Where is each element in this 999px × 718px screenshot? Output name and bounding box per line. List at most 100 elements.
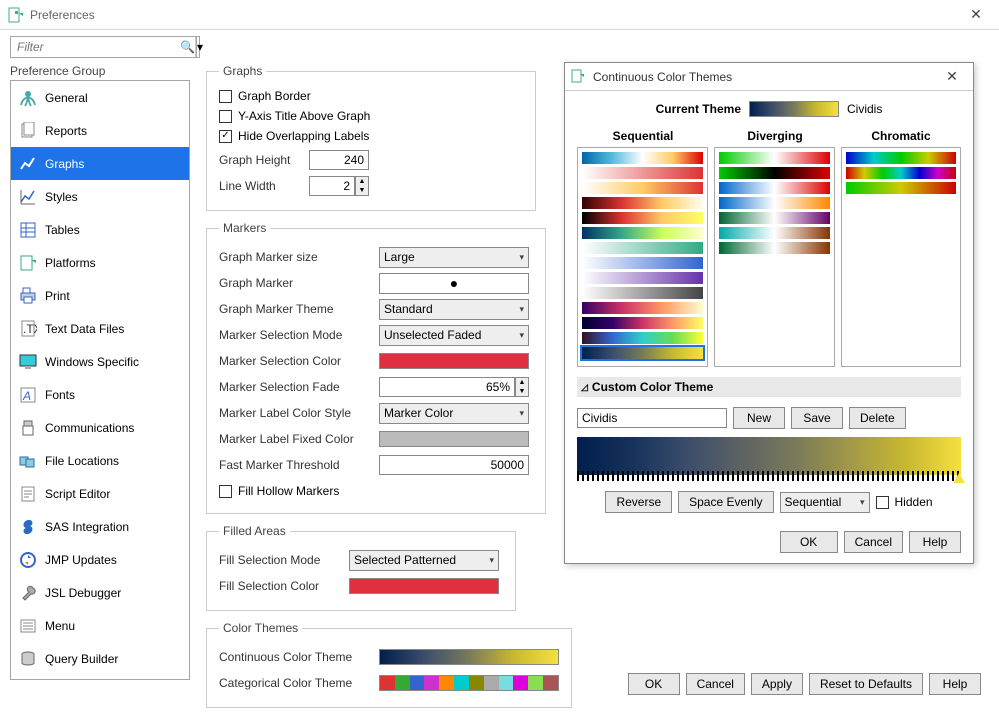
new-button[interactable]: New (733, 407, 785, 429)
dialog-cancel-button[interactable]: Cancel (844, 531, 903, 553)
fill-color-swatch[interactable] (349, 578, 499, 594)
cat-theme-swatch[interactable] (379, 675, 559, 691)
swatch-item[interactable] (582, 287, 703, 299)
sidebar-item-fileloc[interactable]: File Locations (11, 444, 189, 477)
sidebar-item-print[interactable]: Print (11, 279, 189, 312)
line-width-input[interactable] (309, 176, 355, 196)
swatch-item[interactable] (719, 167, 829, 179)
space-evenly-button[interactable]: Space Evenly (678, 491, 773, 513)
sidebar-item-reports[interactable]: Reports (11, 114, 189, 147)
cont-theme-swatch[interactable] (379, 649, 559, 665)
custom-section-header[interactable]: ◿Custom Color Theme (577, 377, 961, 397)
swatch-item-selected[interactable] (582, 347, 703, 359)
swatch-item[interactable] (719, 242, 829, 254)
graph-border-checkbox[interactable]: Graph Border (219, 86, 523, 106)
sidebar-item-fonts[interactable]: A Fonts (11, 378, 189, 411)
swatch-item[interactable] (582, 167, 703, 179)
sidebar-item-tables[interactable]: Tables (11, 213, 189, 246)
marker-labelcolor-select[interactable]: Marker Color▾ (379, 403, 529, 424)
swatch-item[interactable] (582, 242, 703, 254)
sidebar-item-styles[interactable]: Styles (11, 180, 189, 213)
graphs-icon (17, 153, 39, 175)
marker-fade-input[interactable] (379, 377, 515, 397)
swatch-item[interactable] (582, 212, 703, 224)
reset-button[interactable]: Reset to Defaults (809, 673, 923, 695)
sidebar-item-graphs[interactable]: Graphs (11, 147, 189, 180)
reverse-button[interactable]: Reverse (605, 491, 672, 513)
swatch-item[interactable] (846, 167, 956, 179)
font-icon: A (17, 384, 39, 406)
swatch-item[interactable] (846, 182, 956, 194)
marker-fade-spinner[interactable]: ▲▼ (515, 377, 529, 397)
sidebar-item-querybuilder[interactable]: Query Builder (11, 642, 189, 675)
swatch-item[interactable] (582, 227, 703, 239)
menu-icon (17, 615, 39, 637)
marker-selmode-select[interactable]: Unselected Faded▾ (379, 325, 529, 346)
dialog-ok-button[interactable]: OK (780, 531, 838, 553)
search-icon[interactable]: 🔍 (180, 37, 196, 57)
sequential-column (577, 147, 708, 367)
line-width-spinner[interactable]: ▲▼ (355, 176, 369, 196)
swatch-item[interactable] (582, 332, 703, 344)
ok-button[interactable]: OK (628, 673, 680, 695)
sidebar-item-debugger[interactable]: JSL Debugger (11, 576, 189, 609)
dialog-help-button[interactable]: Help (909, 531, 961, 553)
swatch-item[interactable] (582, 197, 703, 209)
swatch-item[interactable] (719, 152, 829, 164)
dialog-close-icon[interactable]: ✕ (937, 68, 967, 85)
cancel-button[interactable]: Cancel (686, 673, 745, 695)
save-button[interactable]: Save (791, 407, 843, 429)
fill-hollow-checkbox[interactable]: Fill Hollow Markers (219, 481, 533, 501)
cont-theme-label: Continuous Color Theme (219, 650, 379, 664)
swatch-item[interactable] (582, 152, 703, 164)
swatch-item[interactable] (719, 227, 829, 239)
sidebar-item-windows[interactable]: Windows Specific (11, 345, 189, 378)
fill-mode-select[interactable]: Selected Patterned▾ (349, 550, 499, 571)
swatch-item[interactable] (719, 197, 829, 209)
close-icon[interactable]: ✕ (961, 6, 991, 23)
marker-theme-select[interactable]: Standard▾ (379, 299, 529, 320)
sidebar-item-general[interactable]: General (11, 81, 189, 114)
hidden-checkbox[interactable]: Hidden (876, 492, 933, 512)
yaxis-above-checkbox[interactable]: Y-Axis Title Above Graph (219, 106, 523, 126)
swatch-item[interactable] (719, 182, 829, 194)
filter-box[interactable]: 🔍 ▾ (10, 36, 200, 58)
sidebar-item-menu[interactable]: Menu (11, 609, 189, 642)
apply-button[interactable]: Apply (751, 673, 803, 695)
sidebar-item-platforms[interactable]: Platforms (11, 246, 189, 279)
filter-input[interactable] (11, 37, 180, 57)
sidebar-item-textdata[interactable]: .TXTText Data Files (11, 312, 189, 345)
help-button[interactable]: Help (929, 673, 981, 695)
swatch-item[interactable] (582, 182, 703, 194)
gradient-handles[interactable] (577, 471, 961, 481)
theme-name-input[interactable] (577, 408, 727, 428)
folder-icon (17, 450, 39, 472)
sidebar-item-comm[interactable]: Communications (11, 411, 189, 444)
sidebar-item-updates[interactable]: JMP Updates (11, 543, 189, 576)
swatch-item[interactable] (582, 257, 703, 269)
marker-size-select[interactable]: Large▾ (379, 247, 529, 268)
swatch-item[interactable] (582, 302, 703, 314)
marker-threshold-input[interactable] (379, 455, 529, 475)
sidebar-item-script[interactable]: Script Editor (11, 477, 189, 510)
graph-height-input[interactable] (309, 150, 369, 170)
app-icon (8, 7, 24, 23)
swatch-item[interactable] (582, 272, 703, 284)
graph-height-label: Graph Height (219, 153, 309, 167)
gradient-end-handle[interactable] (953, 473, 965, 483)
filter-dropdown-icon[interactable]: ▾ (196, 37, 203, 57)
sidebar-item-label: Fonts (45, 388, 75, 402)
sidebar-item-label: Communications (45, 421, 134, 435)
graph-marker-select[interactable]: ● (379, 273, 529, 294)
markers-fieldset: Markers Graph Marker sizeLarge▾ Graph Ma… (206, 221, 546, 514)
swatch-item[interactable] (582, 317, 703, 329)
swatch-item[interactable] (846, 152, 956, 164)
theme-type-select[interactable]: Sequential▾ (780, 492, 870, 513)
swatch-item[interactable] (719, 212, 829, 224)
marker-selcolor-swatch[interactable] (379, 353, 529, 369)
marker-fixedcolor-swatch[interactable] (379, 431, 529, 447)
delete-button[interactable]: Delete (849, 407, 906, 429)
gradient-editor[interactable] (577, 437, 961, 475)
hide-overlap-checkbox[interactable]: Hide Overlapping Labels (219, 126, 523, 146)
sidebar-item-sas[interactable]: SAS Integration (11, 510, 189, 543)
